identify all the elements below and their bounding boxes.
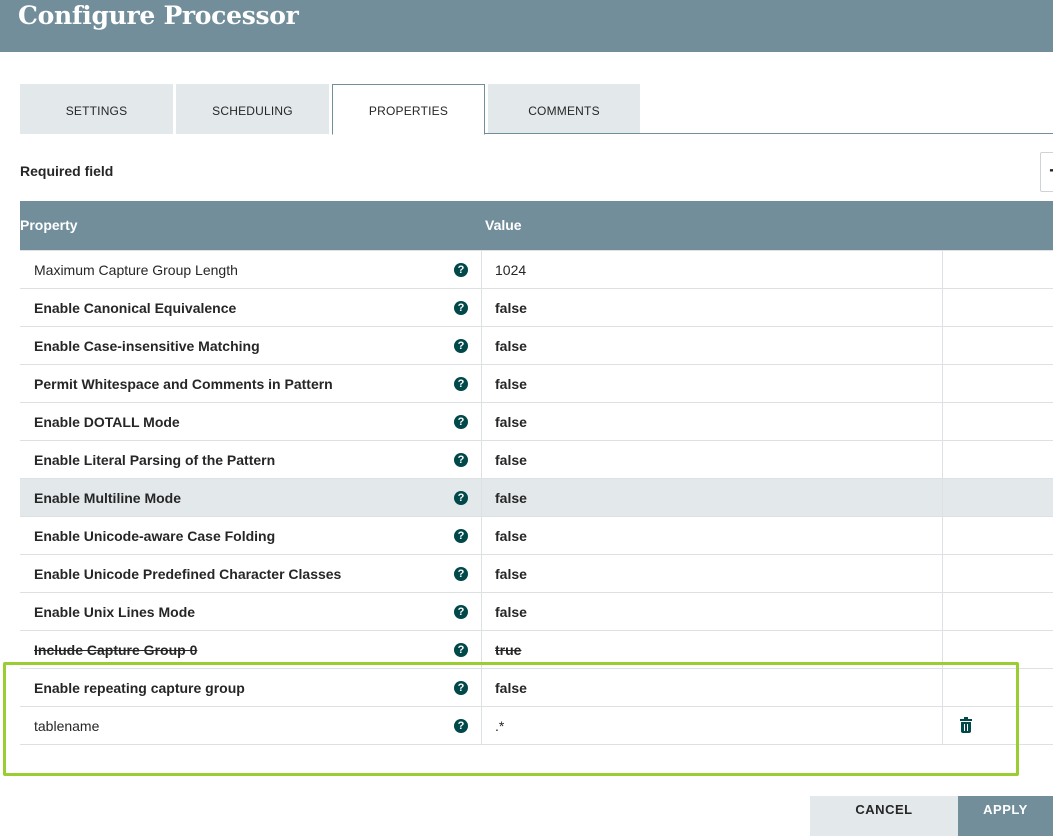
property-value[interactable]: false: [495, 365, 527, 403]
property-name: tablename: [34, 718, 100, 734]
column-divider: [481, 517, 482, 555]
property-value[interactable]: true: [495, 631, 521, 669]
help-icon[interactable]: ?: [454, 263, 468, 277]
column-divider: [942, 517, 943, 555]
column-divider: [481, 631, 482, 669]
help-icon[interactable]: ?: [454, 491, 468, 505]
column-divider: [942, 593, 943, 631]
table-row[interactable]: Maximum Capture Group Length? 1024: [20, 251, 1053, 289]
table-row[interactable]: Enable Multiline Mode? false: [20, 479, 1053, 517]
table-row[interactable]: Enable DOTALL Mode? false: [20, 403, 1053, 441]
property-value[interactable]: 1024: [495, 251, 526, 289]
tab-settings[interactable]: SETTINGS: [20, 84, 173, 134]
property-name: Enable Canonical Equivalence: [34, 300, 237, 316]
properties-table: Maximum Buffer Size?1 MBMaximum Capture …: [20, 213, 1053, 745]
property-name: Enable DOTALL Mode: [34, 414, 180, 430]
help-icon[interactable]: ?: [454, 377, 468, 391]
help-icon[interactable]: ?: [454, 605, 468, 619]
column-divider: [481, 403, 482, 441]
property-value[interactable]: false: [495, 479, 527, 517]
column-divider: [942, 707, 943, 745]
column-divider: [481, 365, 482, 403]
column-divider: [481, 251, 482, 289]
property-name: Enable Unicode Predefined Character Clas…: [34, 566, 342, 582]
column-divider: [481, 707, 482, 745]
property-name: Enable Unicode-aware Case Folding: [34, 528, 276, 544]
table-row[interactable]: Enable repeating capture group? false: [20, 669, 1053, 707]
property-name: Include Capture Group 0: [34, 642, 198, 658]
property-name: Enable repeating capture group: [34, 680, 245, 696]
help-icon[interactable]: ?: [454, 567, 468, 581]
tab-bar: SETTINGS SCHEDULING PROPERTIES COMMENTS: [20, 84, 1053, 135]
table-row[interactable]: Enable Unicode-aware Case Folding? false: [20, 517, 1053, 555]
table-row[interactable]: Permit Whitespace and Comments in Patter…: [20, 365, 1053, 403]
table-row[interactable]: Enable Literal Parsing of the Pattern? fa…: [20, 441, 1053, 479]
dialog-title-bar: Configure Processor: [0, 0, 1053, 52]
apply-button[interactable]: APPLY: [958, 796, 1053, 836]
property-value[interactable]: false: [495, 669, 527, 707]
help-icon[interactable]: ?: [454, 415, 468, 429]
column-divider: [481, 441, 482, 479]
help-icon[interactable]: ?: [454, 681, 468, 695]
help-icon[interactable]: ?: [454, 453, 468, 467]
table-row[interactable]: Enable Canonical Equivalence? false: [20, 289, 1053, 327]
property-value[interactable]: false: [495, 593, 527, 631]
property-name: Permit Whitespace and Comments in Patter…: [34, 376, 333, 392]
property-column-header[interactable]: Property: [20, 217, 78, 233]
column-divider: [481, 555, 482, 593]
column-divider: [942, 403, 943, 441]
trash-icon[interactable]: [960, 717, 972, 733]
column-divider: [481, 593, 482, 631]
dialog-title: Configure Processor: [18, 1, 299, 30]
column-divider: [481, 327, 482, 365]
property-value[interactable]: false: [495, 555, 527, 593]
column-divider: [942, 289, 943, 327]
table-row[interactable]: Enable Case-insensitive Matching? false: [20, 327, 1053, 365]
help-icon[interactable]: ?: [454, 301, 468, 315]
tab-scheduling[interactable]: SCHEDULING: [176, 84, 329, 134]
table-row[interactable]: Include Capture Group 0? true: [20, 631, 1053, 669]
column-divider: [942, 327, 943, 365]
property-name: Enable Multiline Mode: [34, 490, 182, 506]
column-divider: [942, 365, 943, 403]
add-property-button[interactable]: +: [1040, 152, 1053, 192]
tab-properties[interactable]: PROPERTIES: [332, 84, 485, 135]
table-row[interactable]: Enable Unicode Predefined Character Clas…: [20, 555, 1053, 593]
table-row[interactable]: Enable Unix Lines Mode? false: [20, 593, 1053, 631]
help-icon[interactable]: ?: [454, 719, 468, 733]
column-divider: [942, 251, 943, 289]
column-divider: [481, 479, 482, 517]
column-divider: [942, 555, 943, 593]
property-value[interactable]: false: [495, 441, 527, 479]
property-name: Enable Literal Parsing of the Pattern: [34, 452, 276, 468]
column-divider: [481, 289, 482, 327]
property-value[interactable]: .*: [495, 707, 504, 745]
help-icon[interactable]: ?: [454, 643, 468, 657]
column-divider: [481, 669, 482, 707]
required-field-label: Required field: [20, 163, 114, 179]
property-value[interactable]: false: [495, 289, 527, 327]
column-divider: [942, 441, 943, 479]
property-value[interactable]: false: [495, 517, 527, 555]
property-name: Enable Case-insensitive Matching: [34, 338, 260, 354]
property-value[interactable]: false: [495, 327, 527, 365]
cancel-button[interactable]: CANCEL: [810, 796, 958, 836]
column-divider: [942, 631, 943, 669]
table-header: Property Value: [20, 201, 1053, 250]
property-name: Maximum Capture Group Length: [34, 262, 238, 278]
table-row[interactable]: tablename? .*: [20, 707, 1053, 745]
property-name: Enable Unix Lines Mode: [34, 604, 196, 620]
column-divider: [942, 669, 943, 707]
property-value[interactable]: false: [495, 403, 527, 441]
column-divider: [942, 479, 943, 517]
help-icon[interactable]: ?: [454, 529, 468, 543]
help-icon[interactable]: ?: [454, 339, 468, 353]
value-column-header[interactable]: Value: [485, 217, 522, 233]
tab-comments[interactable]: COMMENTS: [488, 84, 640, 134]
